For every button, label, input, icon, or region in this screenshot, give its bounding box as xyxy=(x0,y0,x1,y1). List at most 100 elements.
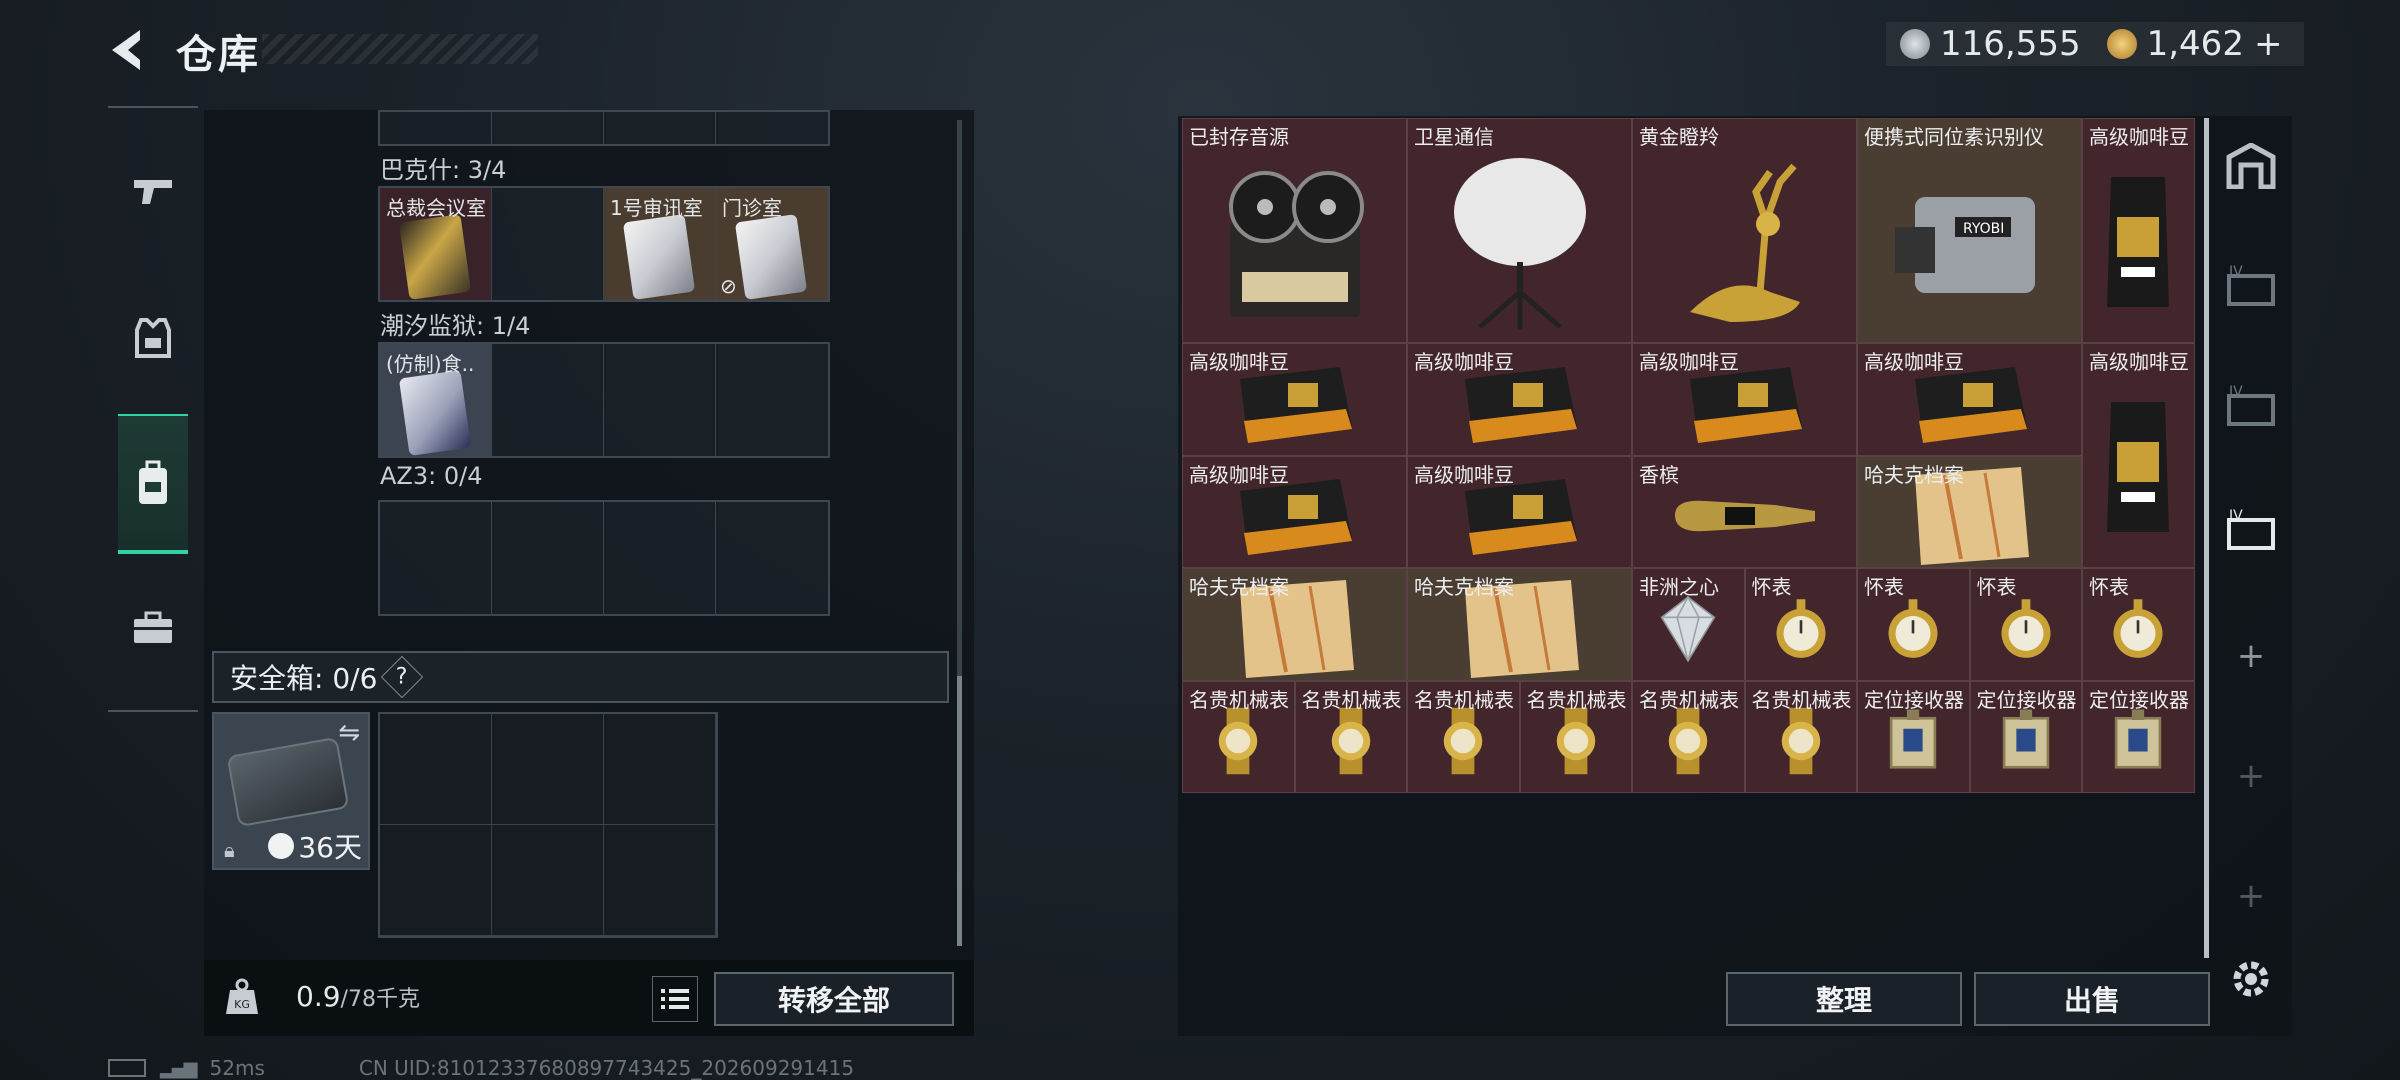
keycard-section-label: AZ3: 0/4 xyxy=(380,462,483,490)
add-stash-tab-button[interactable]: + xyxy=(2216,848,2286,944)
stash-item[interactable]: 定位接收器 xyxy=(1969,680,2082,793)
safe-slot[interactable] xyxy=(492,714,604,825)
ping-readout: 52ms xyxy=(209,1056,265,1080)
keycard-slot[interactable] xyxy=(492,188,604,300)
list-view-button[interactable] xyxy=(652,976,698,1022)
stash-item[interactable]: 香槟 xyxy=(1632,455,1857,568)
stash-item[interactable]: 怀表 xyxy=(1744,568,1857,681)
safe-box-label: 安全箱: 0/6 xyxy=(230,662,378,695)
gold-watch-icon xyxy=(1203,706,1273,780)
transfer-all-button[interactable]: 转移全部 xyxy=(714,972,954,1026)
stash-item[interactable]: 高级咖啡豆 xyxy=(2082,343,2195,568)
keycard-slot[interactable]: 总裁会议室 xyxy=(380,188,492,300)
stash-item[interactable]: 高级咖啡豆 xyxy=(1407,343,1632,456)
safe-slot[interactable] xyxy=(492,825,604,936)
stash-item[interactable]: 名贵机械表 xyxy=(1744,680,1857,793)
safe-slot[interactable] xyxy=(604,825,716,936)
left-scroll-thumb[interactable] xyxy=(957,676,962,946)
stash-item[interactable]: 高级咖啡豆 xyxy=(1857,343,2082,456)
stash-item[interactable]: 哈夫克档案 xyxy=(1182,568,1407,681)
stash-item[interactable]: 定位接收器 xyxy=(1857,680,1970,793)
keycard-slot[interactable]: 1号审讯室 xyxy=(604,188,716,300)
stash-item[interactable]: 怀表 xyxy=(1969,568,2082,681)
stash-item[interactable]: 名贵机械表 xyxy=(1407,680,1520,793)
container-iv-active-icon: IV xyxy=(2227,508,2275,550)
stash-tab-3[interactable]: IV xyxy=(2216,358,2286,454)
stash-item[interactable]: 高级咖啡豆 xyxy=(1182,455,1407,568)
stash-item[interactable]: 名贵机械表 xyxy=(1182,680,1295,793)
keycard-slot[interactable] xyxy=(716,112,828,144)
gun-icon xyxy=(134,180,172,204)
lock-icon: 🔒︎ xyxy=(224,838,235,862)
keycard-slot[interactable]: (仿制)食.. xyxy=(380,344,492,456)
keycard-slot[interactable] xyxy=(604,112,716,144)
keycard-slot[interactable] xyxy=(604,344,716,456)
keycard-slot[interactable] xyxy=(716,344,828,456)
right-scroll-thumb[interactable] xyxy=(2204,118,2209,958)
stash-item-grid: 已封存音源 卫星通信 黄金瞪羚 RYOBI 便携式同位素识别仪 高级咖啡豆 高级咖啡豆 高级咖… xyxy=(1182,118,2198,794)
sort-button[interactable]: 整理 xyxy=(1726,972,1962,1026)
help-button[interactable]: ? xyxy=(381,655,424,699)
diamond-icon xyxy=(1653,594,1723,668)
svg-text:IV: IV xyxy=(2229,508,2243,524)
stash-tab-2[interactable]: IV xyxy=(2216,238,2286,334)
nav-armor[interactable] xyxy=(118,290,188,386)
stash-item[interactable]: 哈夫克档案 xyxy=(1407,568,1632,681)
sell-button[interactable]: 出售 xyxy=(1974,972,2210,1026)
stash-item[interactable]: 高级咖啡豆 xyxy=(1632,343,1857,456)
stash-item[interactable]: RYOBI 便携式同位素识别仪 xyxy=(1857,118,2082,343)
stash-tab-main[interactable] xyxy=(2216,118,2286,214)
keycard-row: (仿制)食.. xyxy=(378,342,830,458)
stash-item[interactable]: 高级咖啡豆 xyxy=(2082,118,2195,343)
add-currency-button[interactable]: + xyxy=(2254,24,2283,64)
stash-item[interactable]: 名贵机械表 xyxy=(1294,680,1407,793)
item-name: 定位接收器 xyxy=(1976,687,2077,712)
keycard-icon xyxy=(398,370,472,456)
keycard-slot[interactable] xyxy=(380,502,492,614)
stash-tab-4[interactable]: IV xyxy=(2216,482,2286,578)
pocket-watch-icon xyxy=(1766,594,1836,668)
nav-weapons[interactable] xyxy=(118,142,188,238)
pocket-watch-icon xyxy=(1991,594,2061,668)
add-stash-tab-button[interactable]: + xyxy=(2216,608,2286,704)
stash-item[interactable]: 黄金瞪羚 xyxy=(1632,118,1857,343)
stash-item[interactable]: 名贵机械表 xyxy=(1519,680,1632,793)
back-button[interactable] xyxy=(104,24,156,76)
stash-item[interactable]: 高级咖啡豆 xyxy=(1182,343,1407,456)
stash-item[interactable]: 怀表 xyxy=(1857,568,1970,681)
keycard-slot[interactable] xyxy=(604,502,716,614)
safe-slot[interactable] xyxy=(380,714,492,825)
left-category-nav xyxy=(108,106,198,712)
silver-amount: 116,555 xyxy=(1940,24,2081,64)
swap-icon[interactable]: ⇋ xyxy=(338,718,360,748)
slot-label: 总裁会议室 xyxy=(386,196,486,220)
keycard-icon xyxy=(398,214,472,300)
stash-item[interactable]: 名贵机械表 xyxy=(1632,680,1745,793)
nav-case[interactable] xyxy=(118,580,188,676)
stash-item[interactable]: 非洲之心 xyxy=(1632,568,1745,681)
item-name: 哈夫克档案 xyxy=(1189,575,1289,599)
stash-item[interactable]: 哈夫克档案 xyxy=(1857,455,2082,568)
champagne-icon xyxy=(1665,491,1825,545)
keycard-slot[interactable] xyxy=(716,502,828,614)
gps-receiver-icon xyxy=(1991,706,2061,780)
stash-item[interactable]: 怀表 xyxy=(2082,568,2195,681)
safe-box-container[interactable]: ⇋ 🔒︎ 36天 xyxy=(212,712,370,870)
keycard-slot[interactable] xyxy=(492,344,604,456)
safe-slot[interactable] xyxy=(604,714,716,825)
settings-button[interactable] xyxy=(2226,954,2276,1004)
nav-backpack[interactable] xyxy=(118,414,188,554)
stash-item[interactable]: 已封存音源 xyxy=(1182,118,1407,343)
item-name: 高级咖啡豆 xyxy=(1414,462,1514,487)
safe-slot[interactable] xyxy=(380,825,492,936)
add-stash-tab-button[interactable]: + xyxy=(2216,728,2286,824)
keycard-slot[interactable] xyxy=(492,502,604,614)
stash-item[interactable]: 卫星通信 xyxy=(1407,118,1632,343)
keycard-slot[interactable]: 门诊室 ⊘ xyxy=(716,188,828,300)
keycard-slot[interactable] xyxy=(492,112,604,144)
stash-item[interactable]: 高级咖啡豆 xyxy=(1407,455,1632,568)
item-name: 便携式同位素识别仪 xyxy=(1864,125,2044,149)
weight-current: 0.9 xyxy=(296,980,341,1013)
stash-item[interactable]: 定位接收器 xyxy=(2082,680,2195,793)
keycard-slot[interactable] xyxy=(380,112,492,144)
